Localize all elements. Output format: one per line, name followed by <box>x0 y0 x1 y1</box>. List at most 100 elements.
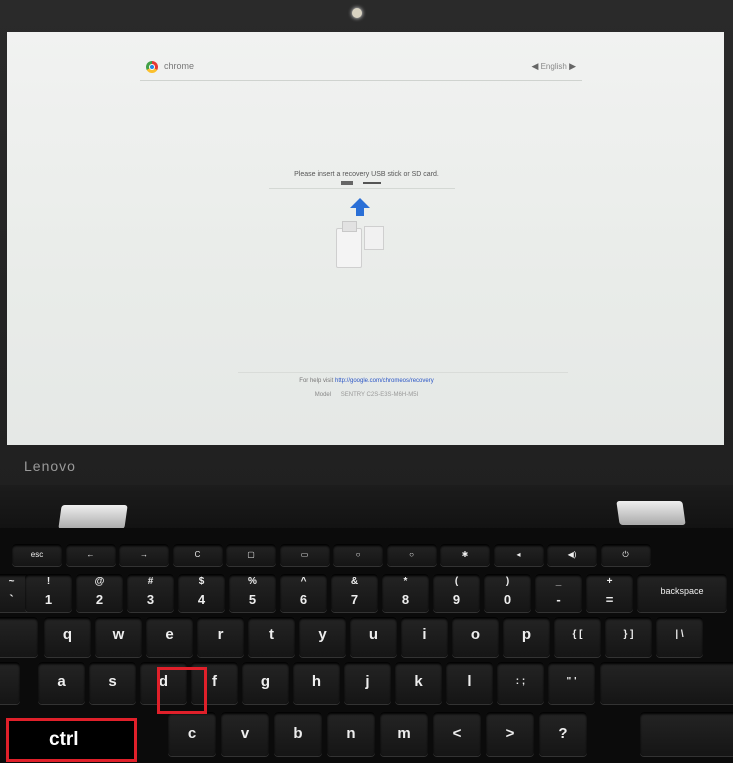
fn-key[interactable]: ○ <box>333 544 383 566</box>
key-label: 5 <box>248 592 257 607</box>
fn-key[interactable]: ○ <box>386 544 437 566</box>
letter-key[interactable]: | \ <box>656 617 703 657</box>
fn-key[interactable]: → <box>119 544 169 566</box>
divider <box>269 188 455 189</box>
chrome-label: chrome <box>164 61 195 71</box>
number-key[interactable]: ! 1 <box>25 574 72 612</box>
fn-key[interactable]: ✱ <box>440 544 490 566</box>
key-label: 9 <box>452 592 461 607</box>
help-prefix: For help visit <box>299 378 334 384</box>
chevron-right-icon[interactable]: ▶ <box>569 61 576 71</box>
letter-key[interactable]: ? <box>539 712 587 756</box>
shift-key[interactable] <box>640 712 733 756</box>
arrow-up-icon <box>350 198 370 208</box>
number-key[interactable]: ) 0 <box>484 574 531 612</box>
recovery-header: chrome ◀ English ▶ <box>140 58 582 81</box>
fn-key[interactable]: ◀) <box>547 544 597 566</box>
number-key[interactable]: (9 <box>433 574 480 612</box>
key-shift-label: ) <box>505 576 510 587</box>
number-key[interactable]: * 8 <box>382 574 429 612</box>
letter-key[interactable]: v <box>221 712 269 756</box>
brand-logo: Lenovo <box>24 458 76 474</box>
key-label: 2 <box>95 592 104 607</box>
fn-key-label: ▢ <box>247 550 255 559</box>
letter-key[interactable]: : ; <box>497 662 544 704</box>
language-selector[interactable]: ◀ English ▶ <box>531 61 576 72</box>
number-key[interactable]: & 7 <box>331 574 378 612</box>
hinge-right <box>616 501 686 525</box>
letter-key[interactable]: > <box>486 712 534 756</box>
number-key[interactable]: @2 <box>76 574 123 612</box>
letter-key[interactable]: y <box>299 617 346 657</box>
chrome-logo-icon <box>146 61 158 73</box>
webcam <box>352 8 362 18</box>
usb-stick-icon <box>336 221 362 268</box>
number-key[interactable]: $4 <box>178 574 225 612</box>
fn-key-label: ⏻ <box>622 550 629 559</box>
key-shift-label: ^ <box>300 576 307 587</box>
backspace-key[interactable]: backspace <box>637 574 727 612</box>
letter-key[interactable]: { [ <box>554 617 601 657</box>
key-shift-label: _ <box>555 576 562 587</box>
ctrl-key-label[interactable]: ctrl <box>6 718 137 762</box>
letter-key[interactable]: e <box>146 617 193 657</box>
fn-key[interactable]: ▭ <box>279 544 330 566</box>
number-key[interactable]: _ - <box>535 574 582 612</box>
chevron-left-icon[interactable]: ◀ <box>531 61 538 71</box>
fn-key[interactable]: ← <box>65 544 116 566</box>
letter-key[interactable]: q <box>44 617 91 657</box>
key-shift-label: % <box>248 576 257 587</box>
fn-key-label: ◂ <box>516 550 521 559</box>
fn-key-label: ✱ <box>461 550 469 559</box>
letter-key[interactable]: t <box>248 617 295 657</box>
letter-key[interactable]: w <box>95 617 142 657</box>
letter-key[interactable]: r <box>197 617 244 657</box>
tab-key[interactable] <box>0 617 38 657</box>
letter-key[interactable]: g <box>242 662 289 704</box>
fn-key[interactable]: esc <box>12 544 62 566</box>
letter-key[interactable]: a <box>38 662 85 704</box>
divider <box>238 372 568 373</box>
number-key[interactable]: % 5 <box>229 574 276 612</box>
letter-key[interactable]: l <box>446 662 493 704</box>
key-shift-label: ! <box>46 576 51 587</box>
number-key[interactable]: ^ 6 <box>280 574 327 612</box>
model-value: SENTRY C2S-E3S-M6H-M5I <box>340 392 419 398</box>
letter-key[interactable]: s <box>89 662 136 704</box>
letter-key[interactable]: b <box>274 712 322 756</box>
number-key[interactable]: #3 <box>127 574 174 612</box>
letter-key[interactable]: m <box>380 712 428 756</box>
key-label: = <box>605 592 614 607</box>
key-label: 1 <box>44 592 53 607</box>
fn-key[interactable]: ⏻ <box>600 544 651 566</box>
language-label: English <box>540 62 567 71</box>
letter-key[interactable]: u <box>350 617 397 657</box>
usb-port-icon <box>341 181 353 185</box>
fn-key[interactable]: ▢ <box>226 544 276 566</box>
letter-key[interactable]: p <box>503 617 550 657</box>
help-link[interactable]: http://google.com/chromeos/recovery <box>335 378 434 384</box>
search-key[interactable] <box>0 662 20 704</box>
sd-card-icon <box>364 226 384 250</box>
fn-key[interactable]: C <box>172 544 223 566</box>
letter-key[interactable]: k <box>395 662 442 704</box>
letter-key[interactable]: c <box>168 712 216 756</box>
number-key[interactable]: + = <box>586 574 633 612</box>
letter-key[interactable]: n <box>327 712 375 756</box>
key-label: 3 <box>146 592 155 607</box>
letter-key[interactable]: " ' <box>548 662 595 704</box>
letter-key[interactable]: i <box>401 617 448 657</box>
fn-key-label: C <box>194 550 201 559</box>
key-highlight <box>157 667 207 714</box>
key-shift-label: + <box>606 576 613 587</box>
model-label: Model <box>314 392 332 398</box>
fn-key[interactable]: ◂ <box>493 544 544 566</box>
letter-key[interactable]: < <box>433 712 481 756</box>
letter-key[interactable]: o <box>452 617 499 657</box>
help-text: For help visit http://google.com/chromeo… <box>0 378 733 384</box>
letter-key[interactable]: j <box>344 662 391 704</box>
letter-key[interactable]: h <box>293 662 340 704</box>
enter-key[interactable] <box>600 662 733 704</box>
letter-key[interactable]: } ] <box>605 617 652 657</box>
recovery-message: Please insert a recovery USB stick or SD… <box>294 171 439 178</box>
